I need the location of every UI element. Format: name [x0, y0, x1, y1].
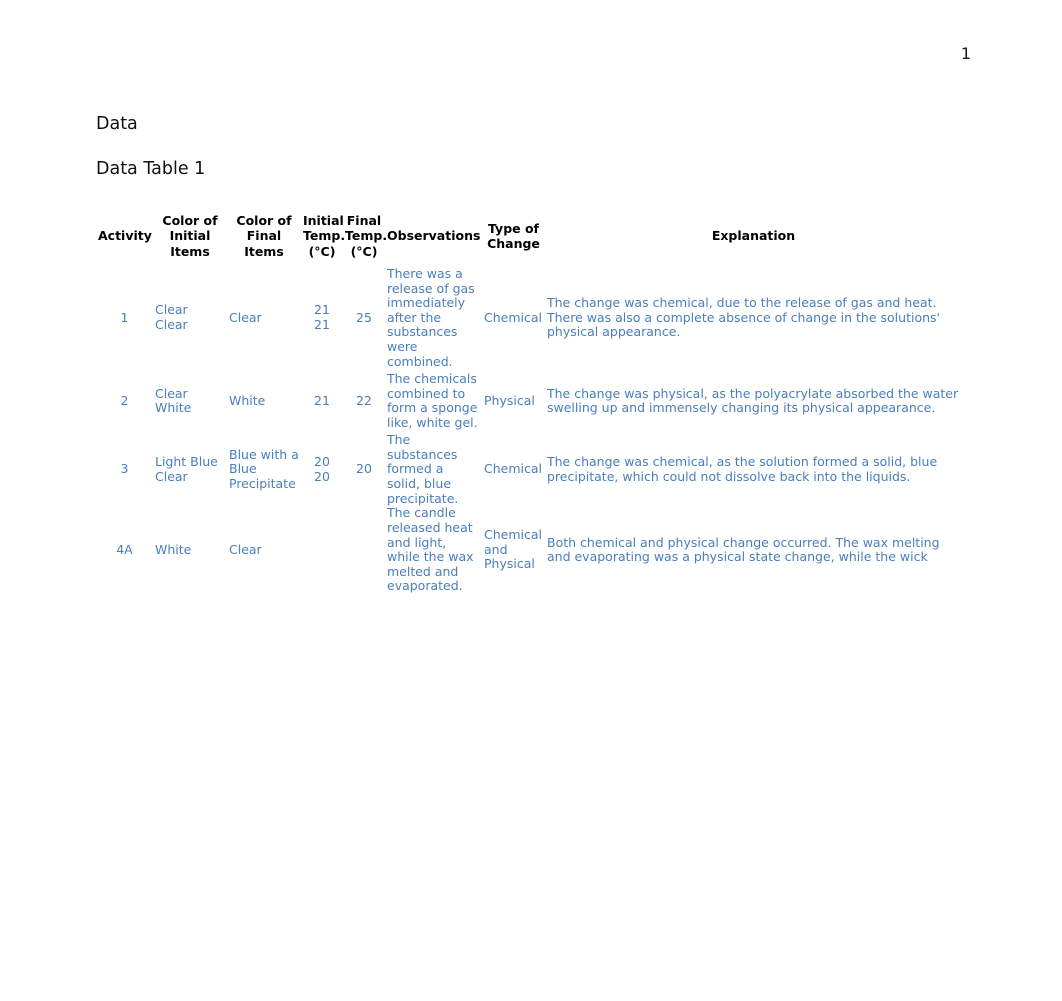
cell-type-change: Physical — [484, 392, 535, 408]
cell-activity: 2 — [120, 392, 129, 408]
cell-final-temp: 25 — [356, 309, 372, 325]
cell-activity: 3 — [120, 461, 129, 477]
cell-observations: The chemicals combined to form a sponge … — [387, 370, 478, 430]
cell-activity: 1 — [120, 309, 129, 325]
cell-type-change: Chemical — [484, 309, 542, 325]
column-header-initial-temp: Initial Temp. (°C) — [303, 212, 346, 259]
cell-final-temp: 22 — [356, 392, 372, 408]
page-number: 1 — [960, 44, 971, 63]
cell-observations: There was a release of gas immediately a… — [387, 266, 475, 369]
cell-activity: 4A — [116, 541, 133, 557]
cell-final-items: Clear — [229, 309, 262, 325]
cell-initial-temp: 21 21 — [314, 302, 330, 333]
cell-initial-items: Light Blue Clear — [155, 454, 218, 484]
cell-explanation: The change was chemical, as the solution… — [547, 454, 938, 484]
table-row: 3 Light Blue Clear Blue with a Blue Prec… — [96, 432, 962, 506]
table-row: 4A White Clear The candle released heat … — [96, 506, 962, 594]
column-header-final-items: Color of Final Items — [236, 212, 292, 259]
cell-type-change: Chemical — [484, 461, 542, 477]
cell-observations: The candle released heat and light, whil… — [387, 505, 474, 594]
cell-explanation: The change was chemical, due to the rele… — [547, 295, 940, 340]
cell-final-items: White — [229, 392, 266, 408]
cell-explanation: The change was physical, as the polyacry… — [547, 385, 959, 416]
cell-initial-temp: 20 20 — [314, 454, 330, 484]
cell-final-temp — [343, 506, 385, 594]
column-header-observations: Observations — [387, 228, 481, 244]
cell-explanation: Both chemical and physical change occurr… — [545, 506, 962, 594]
cell-final-temp: 20 — [356, 461, 372, 477]
page-title: Data — [96, 114, 138, 134]
cell-observations: The substances formed a solid, blue prec… — [387, 432, 459, 506]
column-header-explanation: Explanation — [711, 228, 796, 244]
table-header-row: Activity Color of Initial Items Color of… — [96, 205, 962, 267]
cell-explanation-text: Both chemical and physical change occurr… — [547, 535, 940, 565]
cell-initial-items: Clear White — [155, 385, 192, 416]
column-header-activity: Activity — [98, 228, 152, 244]
document-content: Data Data Table 1 Activity Color of Init… — [96, 112, 976, 594]
document-page: 1 Data Data Table 1 Activity Color of In… — [0, 0, 1062, 1001]
cell-type-change: Chemical and Physical — [484, 527, 542, 572]
data-table-1: Activity Color of Initial Items Color of… — [96, 205, 962, 594]
cell-initial-temp — [301, 506, 343, 594]
cell-initial-items: Clear Clear — [155, 302, 188, 333]
table-title: Data Table 1 — [96, 159, 206, 179]
table-row: 2 Clear White White 21 22 The chemicals … — [96, 369, 962, 433]
table-row: 1 Clear Clear Clear 21 21 25 There was a… — [96, 266, 962, 369]
cell-final-items: Blue with a Blue Precipitate — [229, 446, 299, 491]
cell-initial-items: White — [155, 541, 192, 557]
column-header-initial-items: Color of Initial Items — [162, 212, 218, 259]
column-header-final-temp: Final Temp. (°C) — [345, 212, 388, 259]
cell-initial-temp: 21 — [314, 392, 330, 408]
cell-final-items: Clear — [229, 541, 262, 557]
column-header-type-change: Type of Change — [487, 220, 540, 252]
